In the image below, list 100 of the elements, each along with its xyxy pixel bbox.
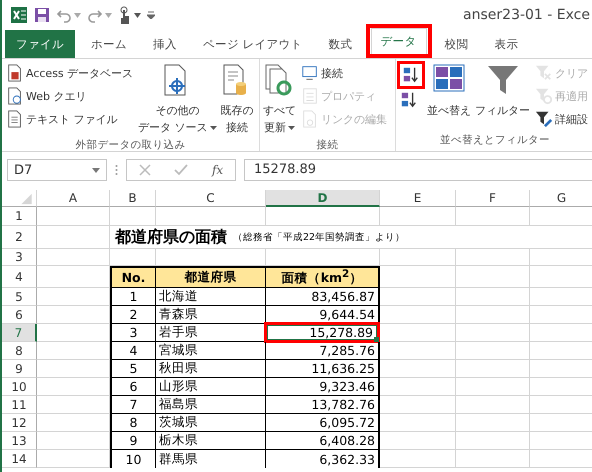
table-cell-text: 福島県 bbox=[158, 396, 199, 413]
row-header[interactable]: 14 bbox=[2, 450, 37, 468]
spreadsheet-cell[interactable] bbox=[456, 288, 530, 306]
column-header[interactable]: C bbox=[156, 190, 266, 207]
spreadsheet-cell[interactable] bbox=[37, 378, 110, 396]
row-header[interactable]: 13 bbox=[2, 432, 37, 450]
cancel-icon[interactable] bbox=[138, 164, 151, 176]
spreadsheet-cell[interactable] bbox=[37, 342, 110, 360]
caret-icon[interactable] bbox=[134, 12, 141, 18]
spreadsheet-cell[interactable] bbox=[380, 306, 456, 324]
ribbon-button[interactable]: 並べ替え bbox=[426, 62, 472, 133]
ribbon-button[interactable]: テキスト ファイル bbox=[5, 109, 118, 129]
filter-reapply-icon bbox=[535, 87, 553, 105]
spreadsheet-cell[interactable] bbox=[380, 342, 456, 360]
row-header[interactable]: 2 bbox=[2, 226, 37, 249]
spreadsheet-cell[interactable] bbox=[37, 324, 110, 342]
spreadsheet-cell[interactable] bbox=[37, 249, 110, 266]
spreadsheet-cell[interactable] bbox=[380, 249, 456, 266]
spreadsheet-cell[interactable] bbox=[456, 450, 530, 468]
row-header[interactable]: 9 bbox=[2, 360, 37, 378]
column-heading: 都道府県 bbox=[183, 268, 238, 286]
spreadsheet-cell[interactable] bbox=[380, 450, 456, 468]
spreadsheet-cell[interactable] bbox=[380, 396, 456, 414]
excel-logo-icon[interactable] bbox=[10, 6, 28, 24]
column-header[interactable]: E bbox=[380, 190, 456, 207]
row-header[interactable]: 10 bbox=[2, 378, 37, 396]
table-cell-text: 群馬県 bbox=[158, 450, 199, 468]
table-cell-text: 9,644.54 bbox=[318, 306, 376, 323]
ribbon-button[interactable]: Web クエリ bbox=[5, 86, 88, 106]
spreadsheet-cell[interactable] bbox=[37, 306, 110, 324]
hand-pointer-icon[interactable] bbox=[118, 6, 132, 24]
ribbon-tab[interactable]: 表示 bbox=[484, 30, 529, 58]
spreadsheet-cell[interactable] bbox=[380, 360, 456, 378]
table-cell-text: 9,323.46 bbox=[318, 378, 376, 395]
ribbon-tab[interactable]: 校閲 bbox=[434, 30, 479, 58]
spreadsheet-cell[interactable] bbox=[380, 414, 456, 432]
spreadsheet-cell[interactable] bbox=[380, 266, 456, 288]
customize-toolbar-icon[interactable] bbox=[147, 11, 155, 19]
spreadsheet-cell[interactable] bbox=[37, 450, 110, 468]
spreadsheet-cell[interactable] bbox=[380, 288, 456, 306]
row-header[interactable]: 5 bbox=[2, 288, 37, 306]
grip-icon bbox=[115, 164, 118, 176]
spreadsheet-cell[interactable] bbox=[380, 324, 456, 342]
spreadsheet-cell[interactable] bbox=[266, 207, 380, 226]
spreadsheet-cell[interactable] bbox=[456, 266, 530, 288]
ribbon-tab[interactable]: 数式 bbox=[318, 30, 363, 58]
spreadsheet-cell[interactable] bbox=[380, 432, 456, 450]
spreadsheet-cell[interactable] bbox=[37, 288, 110, 306]
column-header[interactable]: B bbox=[110, 190, 156, 207]
spreadsheet-cell[interactable] bbox=[456, 396, 530, 414]
file-tab[interactable]: ファイル bbox=[5, 30, 75, 58]
ribbon-button[interactable]: フィルター bbox=[474, 62, 531, 133]
spreadsheet-cell[interactable] bbox=[156, 207, 266, 226]
spreadsheet-cell[interactable] bbox=[456, 432, 530, 450]
ribbon-button[interactable]: 既存の 接続 bbox=[220, 62, 255, 138]
row-header[interactable]: 7 bbox=[2, 324, 37, 342]
ribbon-button[interactable]: 接続 bbox=[300, 63, 344, 83]
row-header[interactable]: 12 bbox=[2, 414, 37, 432]
row-header[interactable]: 11 bbox=[2, 396, 37, 414]
spreadsheet-cell[interactable] bbox=[456, 378, 530, 396]
ribbon-tab[interactable]: ページ レイアウト bbox=[193, 30, 313, 58]
ribbon-button[interactable]: 詳細設 bbox=[534, 109, 589, 129]
spreadsheet-cell[interactable] bbox=[456, 306, 530, 324]
table-cell-text: 5 bbox=[128, 360, 138, 377]
table-cell-text: 83,456.87 bbox=[310, 288, 376, 305]
spreadsheet-cell[interactable] bbox=[456, 360, 530, 378]
spreadsheet-cell[interactable] bbox=[37, 226, 110, 249]
spreadsheet-cell[interactable] bbox=[380, 207, 456, 226]
spreadsheet-cell[interactable] bbox=[37, 432, 110, 450]
formula-field[interactable]: 15278.89 bbox=[244, 159, 592, 181]
row-header[interactable]: 4 bbox=[2, 266, 37, 288]
spreadsheet-cell[interactable] bbox=[37, 207, 110, 226]
save-icon[interactable] bbox=[34, 7, 50, 23]
column-header[interactable]: A bbox=[37, 190, 110, 207]
spreadsheet-cell[interactable] bbox=[110, 207, 156, 226]
spreadsheet-cell[interactable] bbox=[456, 324, 530, 342]
spreadsheet-cell[interactable] bbox=[37, 360, 110, 378]
ribbon-tab[interactable]: 挿入 bbox=[143, 30, 187, 58]
check-icon[interactable] bbox=[174, 164, 188, 176]
spreadsheet-cell[interactable] bbox=[456, 207, 530, 226]
column-header[interactable]: D bbox=[266, 190, 380, 207]
row-header[interactable]: 1 bbox=[2, 207, 37, 226]
spreadsheet-cell[interactable] bbox=[37, 396, 110, 414]
ribbon-tab[interactable]: データ bbox=[370, 28, 427, 55]
column-header[interactable]: G bbox=[530, 190, 592, 207]
ribbon-button[interactable]: Access データベース bbox=[5, 63, 134, 83]
spreadsheet-cell[interactable] bbox=[456, 414, 530, 432]
insert-function-button[interactable]: fx bbox=[212, 163, 224, 177]
ribbon-button[interactable]: すべて 更新 bbox=[262, 62, 297, 138]
row-header[interactable]: 3 bbox=[2, 249, 37, 266]
ribbon-button[interactable]: その他の データ ソース bbox=[137, 62, 218, 138]
name-box[interactable]: D7 bbox=[7, 159, 107, 181]
ribbon-tab[interactable]: ホーム bbox=[81, 30, 137, 58]
row-header[interactable]: 8 bbox=[2, 342, 37, 360]
column-header[interactable]: F bbox=[456, 190, 530, 207]
spreadsheet-cell[interactable] bbox=[456, 249, 530, 266]
spreadsheet-cell[interactable] bbox=[380, 378, 456, 396]
spreadsheet-cell[interactable] bbox=[456, 342, 530, 360]
list-icon bbox=[301, 87, 319, 105]
spreadsheet-cell[interactable] bbox=[37, 414, 110, 432]
